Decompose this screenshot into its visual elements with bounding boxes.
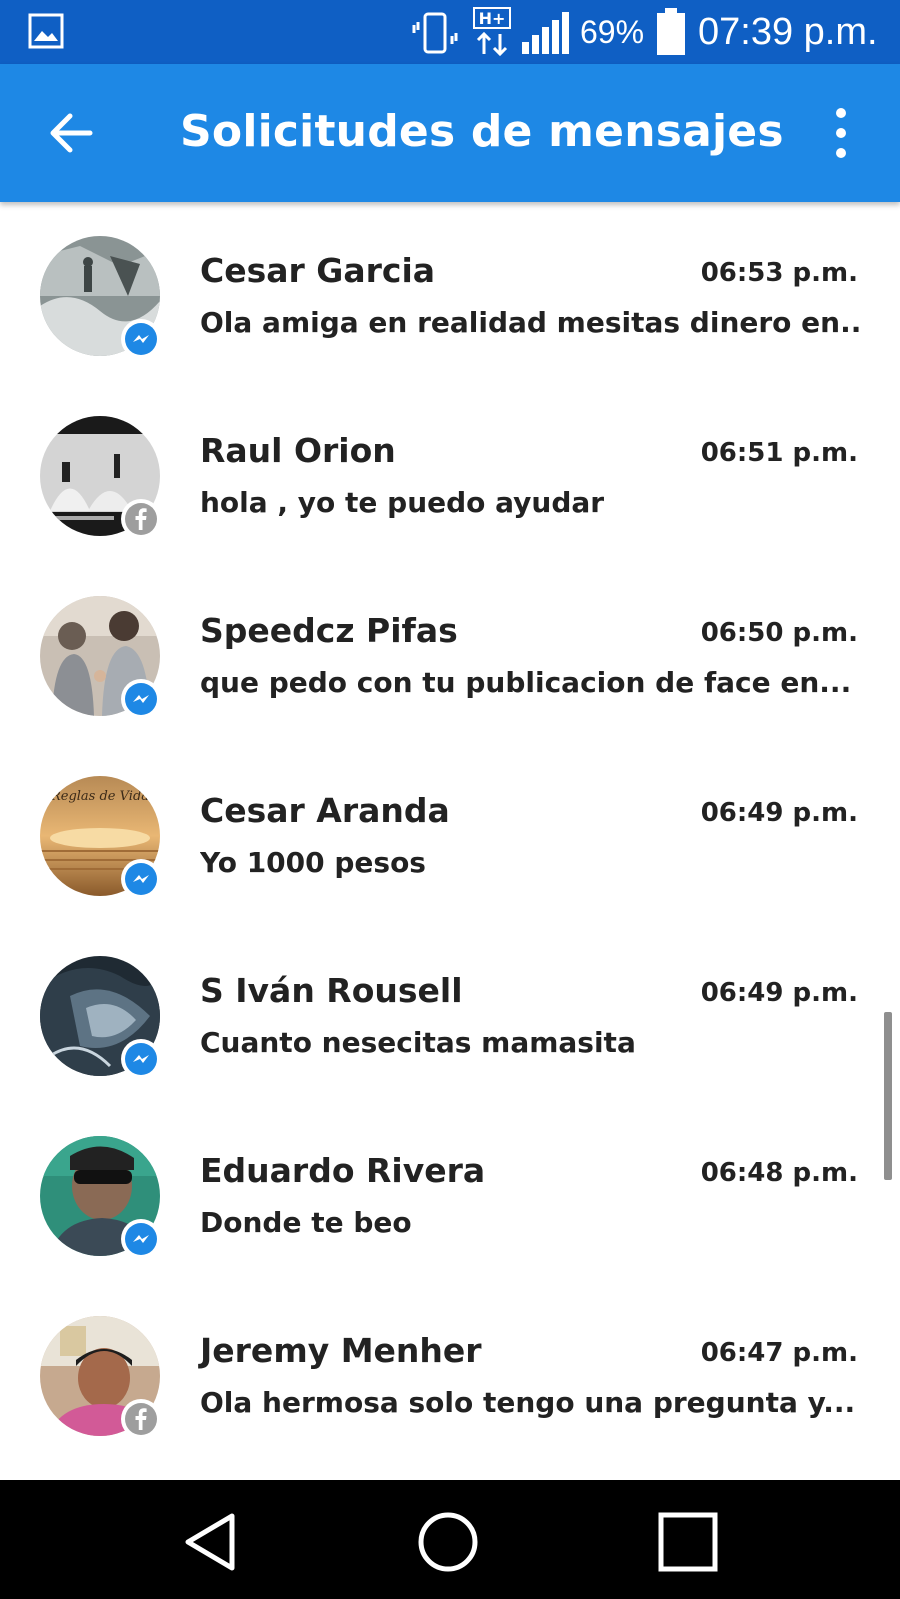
message-preview: Cuanto nesecitas mamasita xyxy=(200,1026,636,1059)
messenger-icon xyxy=(125,323,157,355)
gallery-icon xyxy=(28,13,64,49)
message-preview: Ola amiga en realidad mesitas dinero en.… xyxy=(200,306,860,339)
message-preview: Ola hermosa solo tengo una pregunta y... xyxy=(200,1386,856,1419)
contact-name: Speedcz Pifas xyxy=(200,611,458,650)
conversation-row[interactable]: Jeremy Menher 06:47 p.m. Ola hermosa sol… xyxy=(0,1282,900,1462)
message-preview: que pedo con tu publicacion de face en..… xyxy=(200,666,852,699)
messenger-badge xyxy=(121,679,161,719)
messenger-icon xyxy=(125,863,157,895)
svg-text:H+: H+ xyxy=(479,9,506,28)
facebook-icon xyxy=(125,1403,157,1435)
messenger-badge xyxy=(121,319,161,359)
message-request-list[interactable]: Cesar Garcia 06:53 p.m. Ola amiga en rea… xyxy=(0,202,900,1480)
messenger-badge xyxy=(121,1219,161,1259)
signal-icon xyxy=(522,12,569,54)
more-vert-icon[interactable] xyxy=(818,104,864,162)
contact-name: Jeremy Menher xyxy=(200,1331,482,1370)
message-time: 06:49 p.m. xyxy=(700,978,858,1008)
contact-name: Eduardo Rivera xyxy=(200,1151,486,1190)
battery-percent: 69% xyxy=(580,14,645,50)
back-arrow-icon[interactable] xyxy=(44,106,98,160)
message-time: 06:53 p.m. xyxy=(700,258,858,288)
messenger-icon xyxy=(125,1223,157,1255)
contact-name: S Iván Rousell xyxy=(200,971,463,1010)
message-preview: Yo 1000 pesos xyxy=(200,846,426,879)
conversation-row[interactable]: Cesar Garcia 06:53 p.m. Ola amiga en rea… xyxy=(0,202,900,382)
page-title: Solicitudes de mensajes xyxy=(180,106,784,157)
nav-recents-icon[interactable] xyxy=(656,1510,720,1574)
messenger-badge xyxy=(121,1039,161,1079)
avatar-text: Reglas de Vida xyxy=(50,789,149,804)
message-time: 06:48 p.m. xyxy=(700,1158,858,1188)
messenger-icon xyxy=(125,683,157,715)
message-time: 06:47 p.m. xyxy=(700,1338,858,1368)
facebook-badge xyxy=(121,1399,161,1439)
message-time: 06:51 p.m. xyxy=(700,438,858,468)
messenger-icon xyxy=(125,1043,157,1075)
scrollbar[interactable] xyxy=(884,1012,892,1180)
message-preview: Donde te beo xyxy=(200,1206,412,1239)
message-time: 06:49 p.m. xyxy=(700,798,858,828)
conversation-row[interactable]: Raul Orion 06:51 p.m. hola , yo te puedo… xyxy=(0,382,900,562)
status-clock: 07:39 p.m. xyxy=(698,11,878,53)
app-bar: Solicitudes de mensajes xyxy=(0,64,900,202)
conversation-row[interactable]: Speedcz Pifas 06:50 p.m. que pedo con tu… xyxy=(0,562,900,742)
facebook-badge xyxy=(121,499,161,539)
conversation-row[interactable]: S Iván Rousell 06:49 p.m. Cuanto nesecit… xyxy=(0,922,900,1102)
message-time: 06:50 p.m. xyxy=(700,618,858,648)
nav-home-icon[interactable] xyxy=(416,1510,480,1574)
contact-name: Cesar Aranda xyxy=(200,791,450,830)
facebook-icon xyxy=(125,503,157,535)
battery-icon xyxy=(657,8,685,55)
system-nav-bar xyxy=(0,1480,900,1599)
nav-back-icon[interactable] xyxy=(180,1510,244,1574)
contact-name: Cesar Garcia xyxy=(200,251,436,290)
messenger-badge xyxy=(121,859,161,899)
message-preview: hola , yo te puedo ayudar xyxy=(200,486,605,519)
conversation-row[interactable]: Eduardo Rivera 06:48 p.m. Donde te beo xyxy=(0,1102,900,1282)
contact-name: Raul Orion xyxy=(200,431,396,470)
conversation-row[interactable]: Reglas de Vida Cesar Aranda 06:49 p.m. Y… xyxy=(0,742,900,922)
vibrate-icon xyxy=(412,12,458,54)
status-bar: H+ 69% 07:39 p.m. xyxy=(0,0,900,64)
hplus-data-icon: H+ xyxy=(473,7,511,57)
